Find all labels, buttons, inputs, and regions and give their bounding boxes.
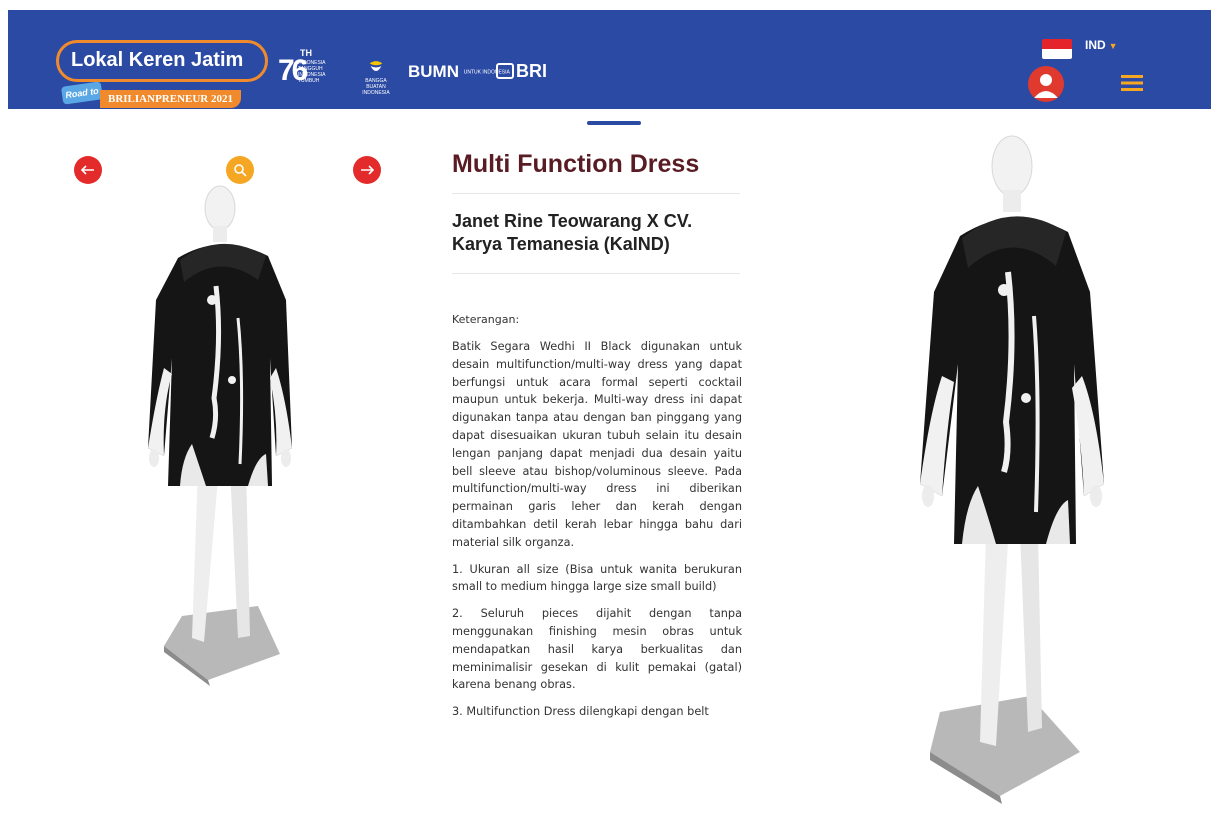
feature-point-1: 1. Ukuran all size (Bisa untuk wanita be… — [452, 562, 742, 594]
product-image-main[interactable] — [120, 168, 320, 708]
brand-name: Lokal Keren Jatim — [71, 49, 244, 71]
user-avatar-icon[interactable] — [1028, 66, 1064, 102]
brand-subtitle: BRILIANPRENEUR 2021 — [100, 90, 241, 108]
arrow-right-icon — [361, 165, 374, 175]
language-label: IND — [1085, 38, 1106, 52]
brand-road-badge: Road to — [60, 81, 104, 105]
arrow-left-icon — [81, 165, 94, 175]
brand-logo[interactable]: Lokal Keren Jatim — [56, 40, 268, 82]
bangga-buatan-indonesia-logo: BANGGA BUATAN INDONESIA — [356, 58, 396, 96]
language-selector[interactable]: IND ▼ — [1085, 38, 1118, 52]
bri-box-icon — [496, 63, 514, 79]
designer-line-2: Karya Temanesia (KaIND) — [452, 234, 670, 254]
bumn-text: BUMN — [408, 62, 459, 81]
section-divider — [587, 121, 641, 125]
feature-point-2: 2. Seluruh pieces dijahit dengan tanpa m… — [452, 607, 742, 692]
bri-text: BRI — [516, 61, 547, 81]
description-label: Keterangan: — [452, 313, 520, 326]
site-header: Lokal Keren Jatim Road to BRILIANPRENEUR… — [8, 10, 1211, 109]
previous-image-button[interactable] — [74, 156, 102, 184]
hamburger-menu-icon[interactable] — [1121, 74, 1143, 92]
indonesia-flag-icon[interactable] — [1042, 39, 1072, 59]
title-divider — [452, 193, 740, 194]
bri-logo: BRI — [496, 61, 547, 82]
designer-line-1: Janet Rine Teowarang X CV. — [452, 211, 693, 231]
product-image-large[interactable] — [900, 112, 1120, 824]
anniversary-tagline: INDONESIA TANGGUH INDONESIA TUMBUH — [298, 60, 326, 84]
bumn-logo: BUMN UNTUK INDONESIA — [408, 62, 510, 82]
next-image-button[interactable] — [353, 156, 381, 184]
product-details: Multi Function Dress Janet Rine Teowaran… — [452, 150, 742, 730]
bangga-text: BANGGA BUATAN INDONESIA — [362, 78, 390, 96]
product-title: Multi Function Dress — [452, 150, 700, 178]
feature-point-3: 3. Multifunction Dress dilengkapi dengan… — [452, 705, 709, 719]
designer-divider — [452, 273, 740, 274]
product-designer: Janet Rine Teowarang X CV. Karya Temanes… — [452, 210, 742, 256]
bangga-bird-icon — [369, 61, 383, 72]
anniversary-superscript: TH — [300, 48, 312, 58]
caret-down-icon: ▼ — [1108, 41, 1118, 51]
description-text: Batik Segara Wedhi II Black digunakan un… — [452, 340, 742, 549]
